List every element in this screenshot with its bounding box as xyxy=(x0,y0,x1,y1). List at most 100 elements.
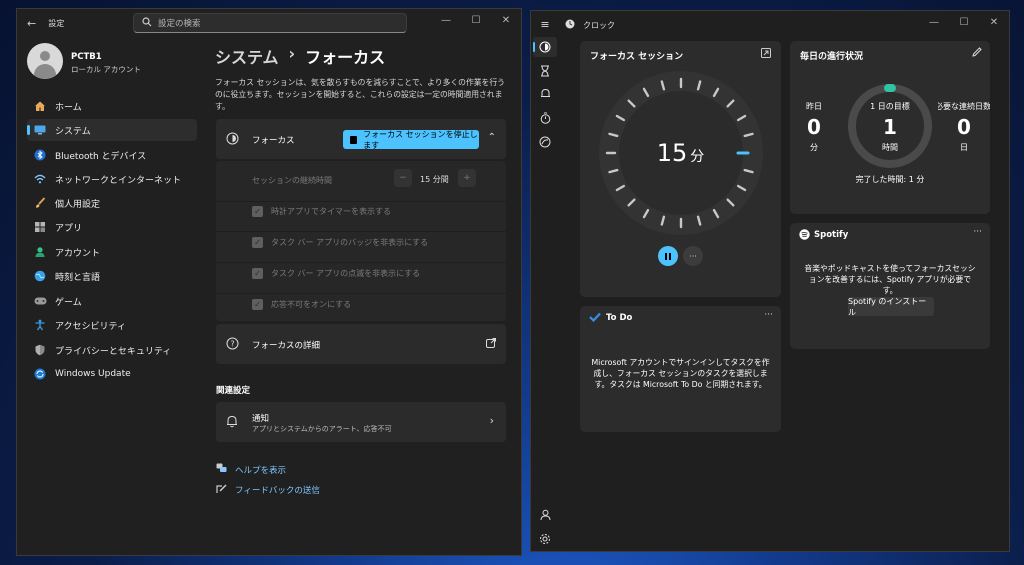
maximize-icon[interactable]: ☐ xyxy=(461,9,491,31)
sidebar-item-windows-update[interactable]: Windows Update xyxy=(27,363,197,385)
todo-card: To Do ··· Microsoft アカウントでサインインしてタスクを作成し… xyxy=(580,306,781,432)
maximize-icon[interactable]: ☐ xyxy=(949,11,979,33)
sidebar-item-apps[interactable]: アプリ xyxy=(27,216,197,238)
sidebar-item-time-language[interactable]: 時刻と言語 xyxy=(27,265,197,287)
duration-increase-button[interactable]: + xyxy=(458,169,476,187)
selection-indicator xyxy=(27,125,30,135)
option-hide-flashing[interactable]: ✓ タスク バー アプリの点滅を非表示にする xyxy=(252,268,420,279)
breadcrumb: システム › フォーカス xyxy=(215,44,385,68)
world-clock-icon[interactable] xyxy=(537,134,553,150)
pause-icon xyxy=(665,252,671,260)
focus-details-link[interactable]: ? フォーカスの詳細 xyxy=(216,324,506,364)
sidebar-item-accessibility[interactable]: アクセシビリティ xyxy=(27,314,197,336)
sidebar-item-network[interactable]: ネットワークとインターネット xyxy=(27,168,197,190)
bluetooth-icon xyxy=(33,148,47,162)
timer-minutes: 15 xyxy=(656,139,688,167)
streak-stat: 必要な連続日数 0 日 xyxy=(938,102,990,152)
sidebar-item-accounts[interactable]: アカウント xyxy=(27,241,197,263)
breadcrumb-parent[interactable]: システム xyxy=(215,44,279,68)
focus-details-label: フォーカスの詳細 xyxy=(252,341,321,351)
avatar[interactable] xyxy=(27,43,63,79)
focus-session-title: フォーカス セッション xyxy=(590,52,684,62)
clock-app-icon xyxy=(565,19,575,32)
related-settings-heading: 関連設定 xyxy=(216,386,251,396)
install-spotify-button[interactable]: Spotify のインストール xyxy=(848,297,934,317)
feedback-link[interactable]: フィードバックの送信 xyxy=(216,483,320,497)
stop-focus-button[interactable]: フォーカス セッションを停止します xyxy=(343,130,479,150)
rail-item-focus[interactable] xyxy=(533,37,557,57)
close-icon[interactable]: ✕ xyxy=(979,11,1009,33)
option-timer[interactable]: ✓ 時計アプリでタイマーを表示する xyxy=(252,206,391,217)
search-placeholder: 設定の検索 xyxy=(158,19,201,29)
more-options-button[interactable]: ··· xyxy=(683,246,703,266)
stopwatch-icon[interactable] xyxy=(537,110,553,126)
todo-message: Microsoft アカウントでサインインしてタスクを作成し、フォーカス セッシ… xyxy=(591,358,770,389)
todo-title: To Do xyxy=(606,313,633,323)
help-chat-icon xyxy=(216,463,227,477)
sidebar-item-home[interactable]: ホーム xyxy=(27,95,197,117)
edit-pencil-icon[interactable] xyxy=(972,47,982,60)
chevron-up-icon[interactable]: ⌃ xyxy=(488,132,496,143)
alarm-bell-icon[interactable] xyxy=(537,86,553,102)
minimize-icon[interactable]: — xyxy=(919,11,949,33)
apps-icon xyxy=(33,220,47,234)
open-external-icon xyxy=(486,338,496,351)
account-type: ローカル アカウント xyxy=(71,65,141,74)
account-name: PCTB1 xyxy=(71,52,102,62)
clock-caption-buttons: — ☐ ✕ xyxy=(919,11,1009,33)
focus-label: フォーカス xyxy=(252,136,295,146)
completed-time: 完了した時間: 1 分 xyxy=(855,175,925,184)
duration-decrease-button[interactable]: − xyxy=(394,169,412,187)
sidebar-item-system[interactable]: システム xyxy=(27,119,197,141)
goal-stat: 1 日の目標 1 時間 xyxy=(870,102,910,152)
sidebar-item-privacy[interactable]: プライバシーとセキュリティ xyxy=(27,339,197,361)
checkbox-checked-icon[interactable]: ✓ xyxy=(252,237,263,248)
minimize-icon[interactable]: — xyxy=(431,9,461,31)
page-description: フォーカス セッションは、気を散らすものを減らすことで、より多くの作業を行うのに… xyxy=(215,78,505,111)
spotify-message: 音楽やポッドキャストを使ってフォーカスセッションを改善するには、Spotify … xyxy=(804,264,976,295)
option-hide-badges[interactable]: ✓ タスク バー アプリのバッジを非表示にする xyxy=(252,237,428,248)
clock-titlebar: クロック — ☐ ✕ xyxy=(531,11,1009,39)
breadcrumb-separator: › xyxy=(288,44,296,63)
gamepad-icon xyxy=(33,294,47,308)
caption-buttons: — ☐ ✕ xyxy=(431,9,521,31)
sidebar-item-gaming[interactable]: ゲーム xyxy=(27,290,197,312)
option-do-not-disturb[interactable]: ✓ 応答不可をオンにする xyxy=(252,299,351,310)
stop-icon xyxy=(350,135,358,144)
wifi-icon xyxy=(33,172,47,186)
settings-gear-icon[interactable] xyxy=(537,531,553,547)
back-icon[interactable]: ← xyxy=(27,17,36,30)
sidebar-item-personalization[interactable]: 個人用設定 xyxy=(27,192,197,214)
daily-progress-title: 毎日の進行状況 xyxy=(800,52,864,62)
checkbox-checked-icon[interactable]: ✓ xyxy=(252,299,263,310)
page-title: フォーカス xyxy=(305,48,386,67)
pause-button[interactable] xyxy=(658,246,678,266)
focus-icon xyxy=(539,41,551,56)
duration-value: 15 分間 xyxy=(420,175,449,184)
home-icon xyxy=(33,99,47,113)
help-link[interactable]: ヘルプを表示 xyxy=(216,463,286,477)
account-icon[interactable] xyxy=(537,507,553,523)
clock-window-title: クロック xyxy=(583,20,615,30)
more-icon[interactable]: ··· xyxy=(973,227,982,237)
hourglass-icon[interactable] xyxy=(537,63,553,79)
more-icon[interactable]: ··· xyxy=(764,310,773,320)
focus-icon xyxy=(226,132,239,148)
settings-titlebar: ← 設定 設定の検索 — ☐ ✕ xyxy=(17,9,521,37)
focus-session-card: フォーカス セッション 15 分 ··· xyxy=(580,41,781,297)
checkbox-checked-icon[interactable]: ✓ xyxy=(252,206,263,217)
timer-readout: 15 分 xyxy=(580,139,781,167)
spotify-card: Spotify ··· 音楽やポッドキャストを使ってフォーカスセッションを改善す… xyxy=(790,223,990,349)
shield-icon xyxy=(33,343,47,357)
close-icon[interactable]: ✕ xyxy=(491,9,521,31)
window-title: 設定 xyxy=(48,18,65,28)
notifications-link[interactable]: 通知 アプリとシステムからのアラート、応答不可 › xyxy=(216,402,506,442)
compact-overlay-icon[interactable] xyxy=(761,48,771,61)
search-box[interactable]: 設定の検索 xyxy=(133,13,407,33)
hamburger-menu-icon[interactable]: ≡ xyxy=(537,16,553,32)
svg-text:?: ? xyxy=(230,339,234,348)
checkbox-checked-icon[interactable]: ✓ xyxy=(252,268,263,279)
settings-window: ← 設定 設定の検索 — ☐ ✕ PCTB1 ローカル アカウント ホーム シス… xyxy=(16,8,522,556)
sidebar-item-bluetooth[interactable]: Bluetooth とデバイス xyxy=(27,144,197,166)
system-icon xyxy=(33,123,47,137)
